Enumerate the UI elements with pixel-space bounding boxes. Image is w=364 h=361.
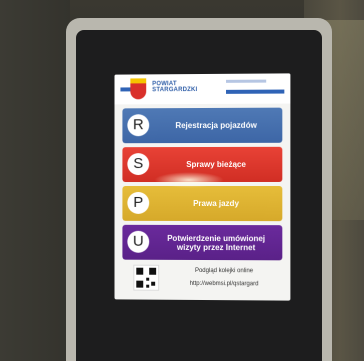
menu-label: Prawa jazdy xyxy=(193,198,239,209)
menu-label: Potwierdzenie umówionej wizyty przez Int… xyxy=(167,233,266,252)
letter-s-icon: S xyxy=(127,153,150,176)
menu-button-prawa-jazdy[interactable]: P Prawa jazdy xyxy=(122,185,283,222)
kiosk-screen: POWIAT STARGARDZKI R Rejestracja pojazdó… xyxy=(114,73,291,301)
screen-footer: Podgląd kolejki online http://webmsi.pl/… xyxy=(115,264,291,301)
crest-icon xyxy=(130,81,147,100)
menu-button-potwierdzenie[interactable]: U Potwierdzenie umówionej wizyty przez I… xyxy=(122,224,283,261)
screen-header: POWIAT STARGARDZKI xyxy=(114,73,291,105)
wall-left xyxy=(0,0,70,361)
menu-label: Sprawy bieżące xyxy=(186,159,246,170)
crest-top-icon xyxy=(130,78,147,84)
brand-name: POWIAT STARGARDZKI xyxy=(152,81,197,93)
queue-preview-url[interactable]: http://webmsi.pl/qstargard xyxy=(164,281,284,288)
menu-label: Rejestracja pojazdów xyxy=(175,120,257,131)
header-accent-bar xyxy=(226,89,285,94)
letter-p-icon: P xyxy=(127,191,150,214)
letter-r-icon: R xyxy=(127,114,150,137)
header-decoration-bar xyxy=(226,79,267,83)
crest-accent-icon xyxy=(120,87,131,92)
photo-background: POWIAT STARGARDZKI R Rejestracja pojazdó… xyxy=(0,0,364,361)
queue-preview-title: Podgląd kolejki online xyxy=(194,267,254,275)
screen-glare xyxy=(154,171,225,189)
qr-code-icon xyxy=(134,265,159,290)
menu-button-rejestracja[interactable]: R Rejestracja pojazdów xyxy=(122,107,283,144)
letter-u-icon: U xyxy=(127,230,150,253)
brand-line-2: STARGARDZKI xyxy=(152,87,198,94)
